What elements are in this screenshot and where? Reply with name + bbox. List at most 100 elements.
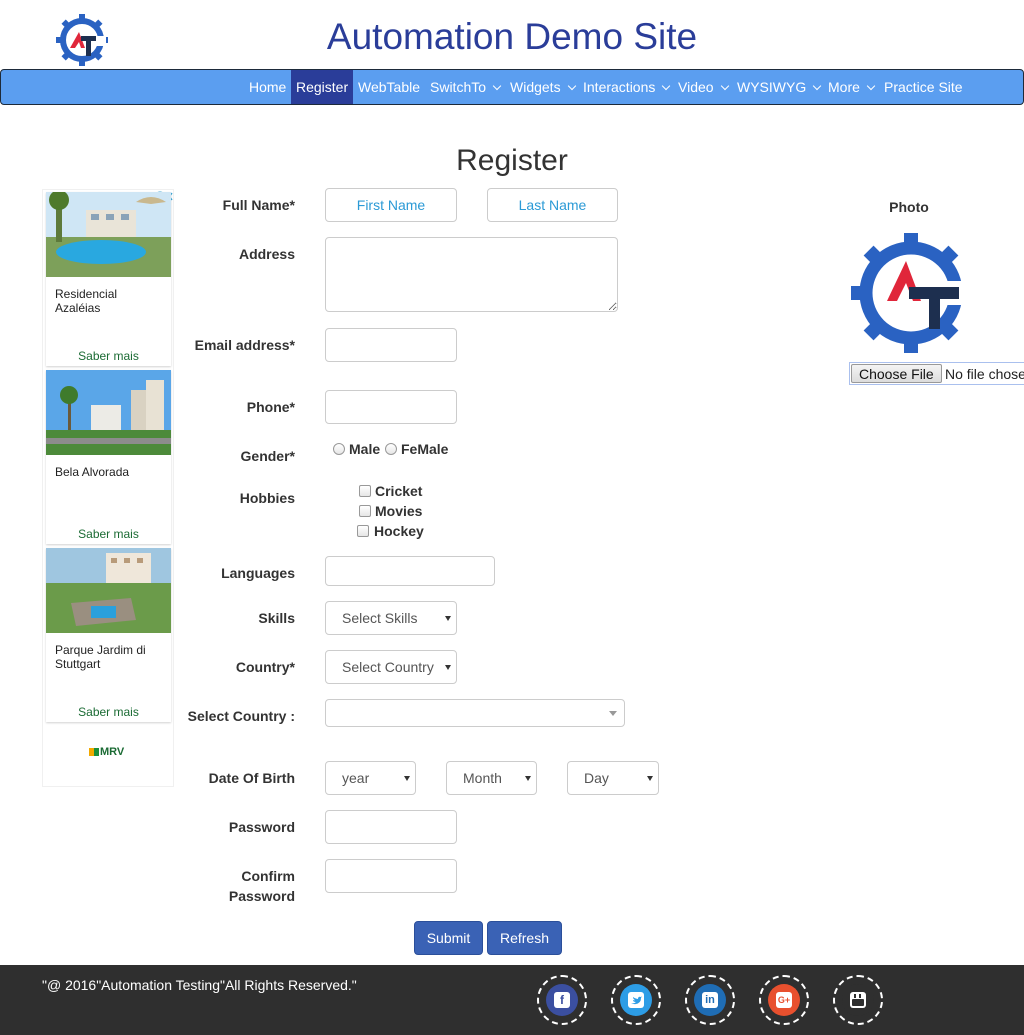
nav-more-label: More [828,79,860,95]
youtube-link[interactable] [833,975,883,1025]
chevron-down-icon [662,81,671,91]
country-select[interactable]: Select Country [325,650,457,684]
hobby-cricket-checkbox[interactable] [359,485,371,497]
languages-label: Languages [221,565,295,581]
nav-wysiwyg-label: WYSIWYG [737,79,807,95]
photo-preview-logo [851,233,971,353]
choose-file-button[interactable]: Choose File [851,364,942,383]
email-input[interactable] [325,328,457,362]
hobby-hockey-checkbox[interactable] [357,525,369,537]
dob-month-select[interactable]: Month [446,761,537,795]
nav-register-label: Register [296,79,349,95]
dob-day-select[interactable]: Day [567,761,659,795]
hobby-cricket-label: Cricket [375,483,423,499]
nav-wysiwyg[interactable]: WYSIWYG [733,70,824,104]
twitter-link[interactable] [611,975,661,1025]
nav-interactions-label: Interactions [583,79,656,95]
page-title: Register [456,144,568,177]
chevron-down-icon [866,81,876,91]
password-label: Password [228,819,295,835]
nav-home-label: Home [249,79,287,95]
nav-switchto-label: SwitchTo [430,79,487,95]
hobby-movies-checkbox[interactable] [359,505,371,517]
photo-label: Photo [889,199,929,215]
youtube-icon [842,984,874,1016]
skills-select[interactable]: Select Skills [325,601,457,635]
ad-card[interactable]: Residencial Azaléias Saber mais [46,192,171,366]
last-name-input[interactable] [487,188,618,222]
caret-down-icon [404,776,410,781]
main-navbar: Home Register WebTable SwitchTo Widgets … [0,69,1024,105]
nav-video[interactable]: Video [674,70,732,104]
gender-female-label: FeMale [401,441,449,457]
select-country-label: Select Country : [187,708,295,724]
ad-panel: i Residencial Azaléias Saber mais Bela A… [42,189,174,787]
dob-year-select[interactable]: year [325,761,416,795]
skills-label: Skills [258,610,295,626]
country-select-value: Select Country [342,659,434,675]
no-file-text: No file chosen [945,366,1024,382]
gender-male-label: Male [349,441,381,457]
google-plus-link[interactable]: G+ [759,975,809,1025]
google-plus-icon: G+ [768,984,800,1016]
address-textarea[interactable] [325,237,618,312]
mrv-logo[interactable]: MRV [89,746,124,758]
confirm-password-input[interactable] [325,859,457,893]
dob-year-value: year [342,770,370,786]
nav-webtable[interactable]: WebTable [354,70,424,104]
dob-label: Date Of Birth [208,770,295,786]
nav-practice-site-label: Practice Site [884,79,963,95]
nav-register[interactable]: Register [291,70,353,104]
ad-link[interactable]: Saber mais [46,349,171,363]
country-label: Country* [235,659,295,675]
nav-more[interactable]: More [824,70,878,104]
nav-video-label: Video [678,79,714,95]
password-input[interactable] [325,810,457,844]
ad-card[interactable]: Bela Alvorada Saber mais [46,370,171,544]
first-name-input[interactable] [325,188,457,222]
facebook-icon: f [546,984,578,1016]
hobby-movies-label: Movies [375,503,423,519]
phone-input[interactable] [325,390,457,424]
languages-multiselect[interactable] [325,556,495,586]
nav-practice-site[interactable]: Practice Site [880,70,967,104]
nav-interactions[interactable]: Interactions [579,70,673,104]
linkedin-icon: in [694,984,726,1016]
skills-select-value: Select Skills [342,610,418,626]
caret-down-icon [525,776,531,781]
nav-home[interactable]: Home [245,70,290,104]
gender-female-radio[interactable] [385,443,397,455]
ad-image-rooftop [46,548,171,633]
photo-file-input[interactable]: Choose File No file chosen [849,362,1024,385]
linkedin-link[interactable]: in [685,975,735,1025]
select-country-combobox[interactable] [325,699,625,727]
caret-down-icon [647,776,653,781]
ad-card[interactable]: Parque Jardim di Stuttgart Saber mais [46,548,171,722]
chevron-down-icon [720,81,729,91]
full-name-label: Full Name* [222,197,295,213]
caret-down-icon [609,711,617,716]
dob-day-value: Day [584,770,609,786]
gender-male-radio[interactable] [333,443,345,455]
site-title: Automation Demo Site [326,16,698,57]
caret-down-icon [445,665,451,670]
phone-label: Phone* [246,399,295,415]
ad-title: Residencial Azaléias [55,287,118,315]
email-label: Email address* [194,337,295,353]
hobbies-label: Hobbies [239,490,295,506]
submit-button[interactable]: Submit [414,921,483,955]
facebook-link[interactable]: f [537,975,587,1025]
nav-webtable-label: WebTable [358,79,421,95]
address-label: Address [238,246,295,262]
ad-link[interactable]: Saber mais [46,705,171,719]
chevron-down-icon [492,81,502,91]
nav-widgets[interactable]: Widgets [506,70,579,104]
refresh-button[interactable]: Refresh [487,921,562,955]
gender-label: Gender* [240,448,295,464]
ad-link[interactable]: Saber mais [46,527,171,541]
mrv-mark-icon [89,748,99,756]
ad-image-building [46,370,171,455]
mrv-brand-text: MRV [100,746,125,758]
nav-widgets-label: Widgets [510,79,561,95]
nav-switchto[interactable]: SwitchTo [426,70,504,104]
